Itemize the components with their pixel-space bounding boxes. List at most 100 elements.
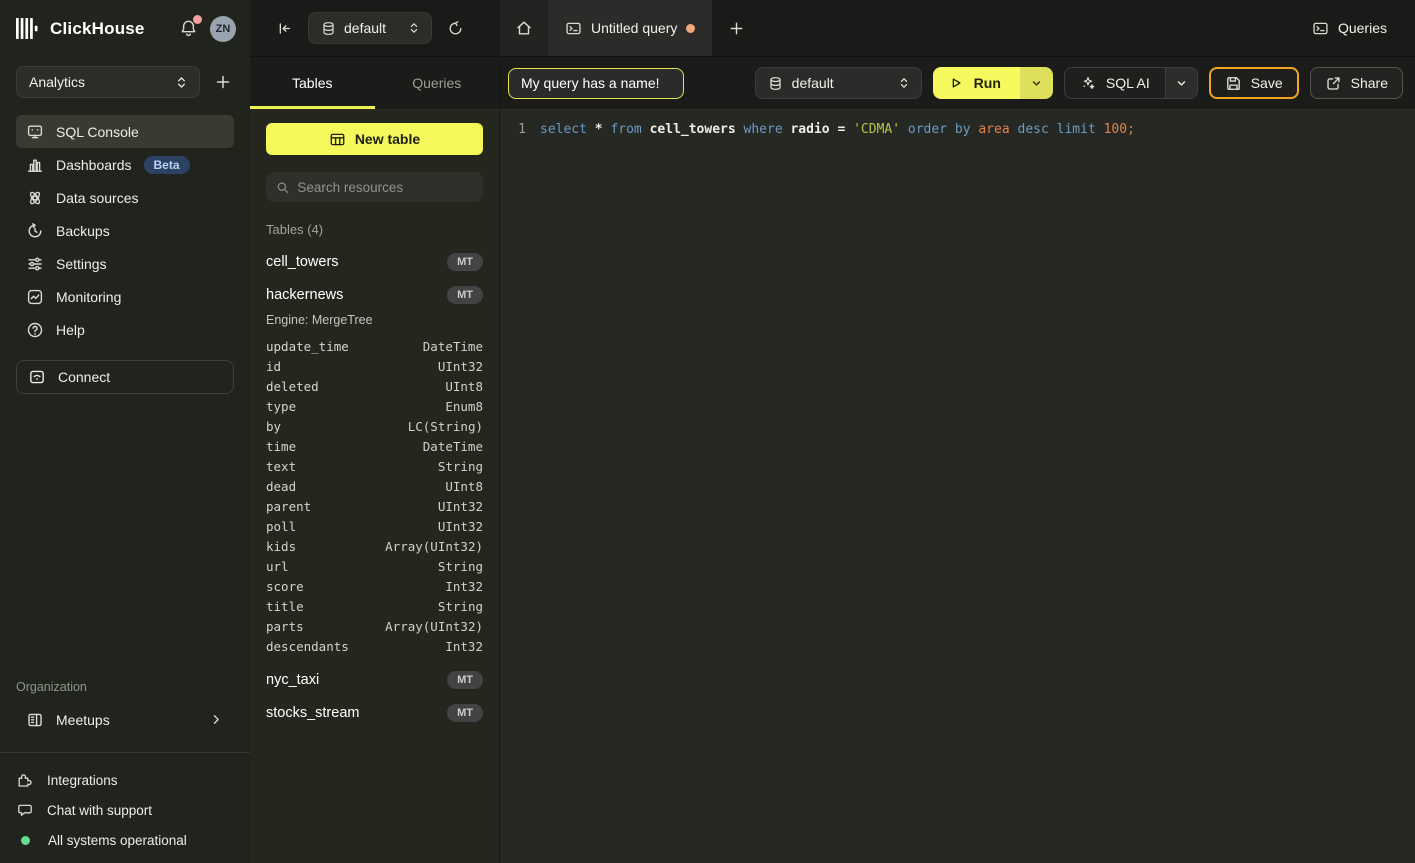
tab-label: Untitled query: [591, 20, 677, 36]
engine-badge: MT: [447, 286, 483, 304]
columns-list: update_timeDateTime idUInt32 deletedUInt…: [266, 337, 483, 657]
unsaved-changes-dot: [686, 24, 695, 33]
table-name: nyc_taxi: [266, 672, 319, 688]
column-row: parent UInt32: [266, 497, 483, 517]
avatar[interactable]: ZN: [210, 16, 236, 42]
code-line[interactable]: 1 select * from cell_towers where radio …: [500, 119, 1415, 140]
column-type: DateTime: [423, 337, 483, 357]
sidebar-item-settings[interactable]: Settings: [16, 247, 234, 280]
run-button[interactable]: Run: [933, 67, 1020, 99]
sidebar-item-integrations[interactable]: Integrations: [16, 765, 234, 795]
play-icon: [948, 75, 964, 91]
save-button-label: Save: [1251, 75, 1283, 91]
resources-panel-tabs: Tables Queries: [250, 57, 499, 110]
connection-select[interactable]: default: [308, 12, 432, 44]
sidebar-item-help[interactable]: Help: [16, 313, 234, 346]
sidebar-item-meetups[interactable]: Meetups: [16, 703, 234, 736]
add-workspace-button[interactable]: [212, 71, 234, 93]
search-input[interactable]: [297, 180, 473, 195]
code-token: area: [978, 122, 1017, 137]
column-type: Int32: [445, 577, 483, 597]
sidebar-item-label: Dashboards: [56, 157, 132, 173]
system-status[interactable]: All systems operational: [16, 825, 234, 855]
tab-untitled-query[interactable]: Untitled query: [548, 0, 712, 56]
column-name: descendants: [266, 637, 349, 657]
share-button[interactable]: Share: [1310, 67, 1403, 99]
table-row-nyc-taxi[interactable]: nyc_taxi MT: [266, 663, 483, 696]
sidebar-item-sql-console[interactable]: SQL Console: [16, 115, 234, 148]
brand-name: ClickHouse: [50, 19, 145, 39]
column-type: String: [438, 557, 483, 577]
run-button-label: Run: [974, 75, 1001, 91]
query-name-input[interactable]: [508, 68, 684, 99]
column-name: title: [266, 597, 304, 617]
search-icon: [276, 180, 289, 195]
column-type: UInt32: [438, 497, 483, 517]
main-column: default: [250, 0, 1415, 863]
tab-queries-label: Queries: [412, 75, 461, 91]
column-type: UInt8: [445, 377, 483, 397]
table-row-hackernews[interactable]: hackernews MT: [266, 278, 483, 311]
new-table-button-label: New table: [355, 131, 420, 147]
column-name: kids: [266, 537, 296, 557]
sidebar-item-backups[interactable]: Backups: [16, 214, 234, 247]
sidebar-item-monitoring[interactable]: Monitoring: [16, 280, 234, 313]
run-options-button[interactable]: [1020, 67, 1053, 99]
sidebar-item-dashboards[interactable]: Dashboards Beta: [16, 148, 234, 181]
code-token: 'CDMA': [853, 122, 908, 137]
brand[interactable]: ClickHouse: [16, 18, 179, 39]
column-name: update_time: [266, 337, 349, 357]
new-table-button[interactable]: New table: [266, 123, 483, 155]
plus-icon: [728, 20, 745, 37]
column-name: id: [266, 357, 281, 377]
new-tab-button[interactable]: [712, 0, 760, 56]
sql-editor[interactable]: 1 select * from cell_towers where radio …: [500, 110, 1415, 863]
column-type: DateTime: [423, 437, 483, 457]
connect-button[interactable]: Connect: [16, 360, 234, 394]
resources-panel-body: New table Tables (4) cell_towers MT: [250, 110, 499, 863]
sidebar-item-label: Monitoring: [56, 289, 121, 305]
engine-badge: MT: [447, 704, 483, 722]
column-row: typeEnum8: [266, 397, 483, 417]
connection-select-value: default: [344, 20, 399, 36]
column-row: pollUInt32: [266, 517, 483, 537]
share-button-label: Share: [1351, 75, 1388, 91]
footer-item-label: Chat with support: [47, 803, 152, 818]
queries-button[interactable]: Queries: [1312, 20, 1387, 37]
column-name: score: [266, 577, 304, 597]
database-select[interactable]: default: [755, 67, 922, 99]
beta-badge: Beta: [144, 156, 190, 174]
sql-ai-button[interactable]: SQL AI: [1065, 68, 1165, 98]
code-token: where: [744, 122, 791, 137]
engine-badge: MT: [447, 671, 483, 689]
tab-queries[interactable]: Queries: [375, 57, 500, 109]
workspace-select[interactable]: Analytics: [16, 66, 200, 98]
notifications-button[interactable]: [179, 19, 198, 38]
chat-icon: [16, 801, 34, 819]
chevron-down-icon: [1175, 77, 1188, 90]
column-name: parent: [266, 497, 311, 517]
sql-ai-options-button[interactable]: [1165, 68, 1197, 98]
share-icon: [1325, 75, 1342, 92]
table-row-cell-towers[interactable]: cell_towers MT: [266, 245, 483, 278]
search-box[interactable]: [266, 172, 483, 202]
column-type: LC(String): [408, 417, 483, 437]
data-sources-icon: [26, 189, 44, 207]
refresh-icon[interactable]: [447, 20, 464, 37]
connect-icon: [28, 368, 46, 386]
sidebar-item-data-sources[interactable]: Data sources: [16, 181, 234, 214]
home-tab-button[interactable]: [500, 0, 548, 56]
app: ClickHouse ZN Analytics: [0, 0, 1415, 863]
plus-icon: [214, 73, 232, 91]
sidebar-item-chat-support[interactable]: Chat with support: [16, 795, 234, 825]
table-row-stocks-stream[interactable]: stocks_stream MT: [266, 696, 483, 729]
code-token: cell_towers: [650, 122, 744, 137]
table-name: cell_towers: [266, 254, 339, 270]
tab-tables[interactable]: Tables: [250, 57, 375, 109]
resources-panel: Tables Queries New table: [250, 57, 500, 863]
collapse-sidebar-icon[interactable]: [276, 20, 293, 37]
code-token: 100;: [1104, 122, 1135, 137]
code-token: from: [610, 122, 649, 137]
save-button[interactable]: Save: [1209, 67, 1299, 99]
database-icon: [321, 21, 336, 36]
